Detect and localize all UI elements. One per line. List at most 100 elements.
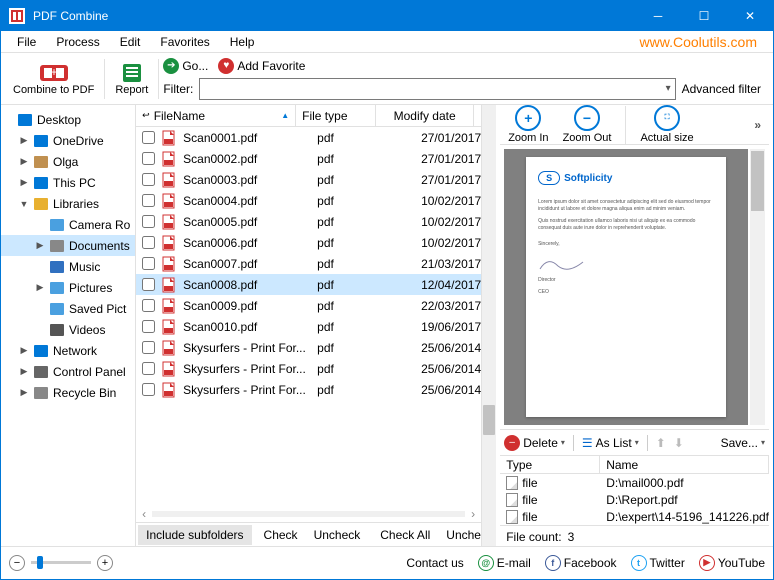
tree-item-libraries[interactable]: ▼Libraries — [1, 193, 135, 214]
file-checkbox[interactable] — [142, 152, 155, 165]
file-checkbox[interactable] — [142, 173, 155, 186]
zoom-slider[interactable]: − + — [9, 555, 113, 571]
tree-item-recycle-bin[interactable]: ▶Recycle Bin — [1, 382, 135, 403]
menu-favorites[interactable]: Favorites — [150, 33, 219, 51]
zoom-out-button[interactable]: −Zoom Out — [563, 105, 612, 144]
menu-file[interactable]: File — [7, 33, 46, 51]
menu-edit[interactable]: Edit — [110, 33, 151, 51]
file-checkbox[interactable] — [142, 383, 155, 396]
zoom-in-button[interactable]: +Zoom In — [508, 105, 548, 144]
more-icon[interactable]: » — [754, 118, 761, 132]
file-checkbox[interactable] — [142, 194, 155, 207]
tree-item-desktop[interactable]: Desktop — [1, 109, 135, 130]
preview-page[interactable]: SSoftplicity Lorem ipsum dolor sit amet … — [504, 149, 748, 425]
queue-row[interactable]: fileD:\expert\14-5196_141226.pdf — [500, 508, 769, 525]
file-checkbox[interactable] — [142, 257, 155, 270]
file-row[interactable]: Scan0008.pdfpdf12/04/2017 — [136, 274, 481, 295]
queue-row[interactable]: fileD:\Report.pdf — [500, 491, 769, 508]
filter-input[interactable]: ▾ — [199, 78, 675, 100]
expand-icon[interactable]: ▶ — [19, 177, 29, 188]
file-row[interactable]: Scan0005.pdfpdf10/02/2017 — [136, 211, 481, 232]
expand-icon[interactable]: ▶ — [19, 366, 29, 377]
save-button[interactable]: Save...▾ — [721, 436, 765, 450]
file-checkbox[interactable] — [142, 341, 155, 354]
file-checkbox[interactable] — [142, 131, 155, 144]
up-icon[interactable]: ⬆ — [656, 436, 666, 450]
file-row[interactable]: Scan0004.pdfpdf10/02/2017 — [136, 190, 481, 211]
tree-item-pictures[interactable]: ▶Pictures — [1, 277, 135, 298]
column-filetype[interactable]: File type — [296, 105, 376, 126]
close-button[interactable]: ✕ — [727, 1, 773, 31]
file-checkbox[interactable] — [142, 320, 155, 333]
file-checkbox[interactable] — [142, 215, 155, 228]
brand-link[interactable]: www.Coolutils.com — [630, 32, 767, 52]
combine-button[interactable]: + Combine to PDF — [7, 62, 100, 96]
check-all-button[interactable]: Check All — [372, 525, 438, 545]
twitter-link[interactable]: tTwitter — [631, 555, 685, 571]
preview-vscrollbar[interactable] — [750, 149, 765, 425]
tree-item-documents[interactable]: ▶Documents — [1, 235, 135, 256]
expand-icon[interactable]: ▶ — [19, 135, 29, 146]
maximize-button[interactable]: ☐ — [681, 1, 727, 31]
tree-item-olga[interactable]: ▶Olga — [1, 151, 135, 172]
down-icon[interactable]: ⬇ — [674, 436, 684, 450]
file-row[interactable]: Skysurfers - Print For...pdf25/06/2014 — [136, 379, 481, 400]
queue-col-type[interactable]: Type — [500, 456, 600, 473]
file-checkbox[interactable] — [142, 362, 155, 375]
titlebar[interactable]: PDF Combine ─ ☐ ✕ — [1, 1, 773, 31]
file-row[interactable]: Scan0007.pdfpdf21/03/2017 — [136, 253, 481, 274]
go-button[interactable]: ➔Go... — [163, 58, 208, 74]
email-link[interactable]: @E-mail — [478, 555, 531, 571]
file-row[interactable]: Scan0006.pdfpdf10/02/2017 — [136, 232, 481, 253]
file-row[interactable]: Scan0010.pdfpdf19/06/2017 — [136, 316, 481, 337]
expand-icon[interactable]: ▶ — [19, 387, 29, 398]
include-subfolders-button[interactable]: Include subfolders — [138, 525, 251, 545]
file-list-vscrollbar[interactable] — [482, 105, 496, 546]
youtube-link[interactable]: ▶YouTube — [699, 555, 765, 571]
column-filename[interactable]: ↩FileName▲ — [136, 105, 296, 126]
expand-icon[interactable]: ▶ — [19, 345, 29, 356]
contact-link[interactable]: Contact us — [406, 556, 463, 570]
horizontal-scrollbar[interactable]: ‹› — [136, 506, 481, 522]
actual-size-button[interactable]: ⛶Actual size — [640, 105, 693, 144]
column-modifydate[interactable]: Modify date — [376, 105, 474, 126]
queue-row[interactable]: fileD:\mail000.pdf — [500, 474, 769, 491]
expand-icon[interactable]: ▶ — [19, 156, 29, 167]
tree-item-music[interactable]: Music — [1, 256, 135, 277]
tree-item-this-pc[interactable]: ▶This PC — [1, 172, 135, 193]
menu-help[interactable]: Help — [220, 33, 265, 51]
file-row[interactable]: Scan0003.pdfpdf27/01/2017 — [136, 169, 481, 190]
file-checkbox[interactable] — [142, 299, 155, 312]
file-row[interactable]: Scan0002.pdfpdf27/01/2017 — [136, 148, 481, 169]
tree-item-videos[interactable]: Videos — [1, 319, 135, 340]
tree-item-onedrive[interactable]: ▶OneDrive — [1, 130, 135, 151]
zoom-track[interactable] — [31, 561, 91, 564]
zoom-thumb[interactable] — [37, 556, 43, 569]
tree-item-network[interactable]: ▶Network — [1, 340, 135, 361]
tree-item-saved-pict[interactable]: Saved Pict — [1, 298, 135, 319]
zoom-plus-icon[interactable]: + — [97, 555, 113, 571]
report-button[interactable]: Report — [109, 62, 154, 96]
facebook-link[interactable]: fFacebook — [545, 555, 617, 571]
file-row[interactable]: Scan0009.pdfpdf22/03/2017 — [136, 295, 481, 316]
expand-icon[interactable]: ▶ — [35, 240, 45, 251]
file-row[interactable]: Skysurfers - Print For...pdf25/06/2014 — [136, 337, 481, 358]
expand-icon[interactable]: ▼ — [19, 199, 29, 209]
file-checkbox[interactable] — [142, 236, 155, 249]
tree-item-camera-ro[interactable]: Camera Ro — [1, 214, 135, 235]
tree-item-control-panel[interactable]: ▶Control Panel — [1, 361, 135, 382]
minimize-button[interactable]: ─ — [635, 1, 681, 31]
delete-button[interactable]: –Delete▾ — [504, 435, 565, 451]
advanced-filter-link[interactable]: Advanced filter — [682, 82, 767, 96]
check-button[interactable]: Check — [256, 525, 306, 545]
file-checkbox[interactable] — [142, 278, 155, 291]
menu-process[interactable]: Process — [46, 33, 109, 51]
chevron-down-icon[interactable]: ▾ — [666, 83, 671, 94]
as-list-button[interactable]: ☰As List▾ — [582, 436, 639, 450]
zoom-minus-icon[interactable]: − — [9, 555, 25, 571]
queue-col-name[interactable]: Name — [600, 456, 769, 473]
file-row[interactable]: Scan0001.pdfpdf27/01/2017 — [136, 127, 481, 148]
add-favorite-button[interactable]: ♥Add Favorite — [218, 58, 305, 74]
expand-icon[interactable]: ▶ — [35, 282, 45, 293]
uncheck-button[interactable]: Uncheck — [306, 525, 369, 545]
